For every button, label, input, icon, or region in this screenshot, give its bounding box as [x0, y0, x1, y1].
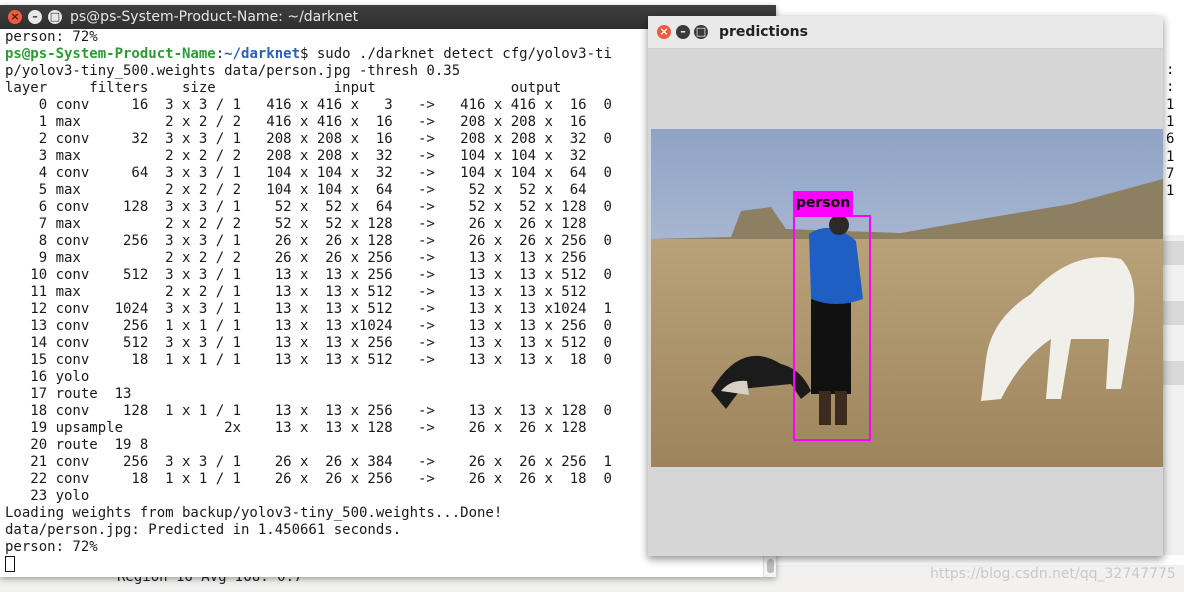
background-terminal-glyph: 7: [1166, 165, 1175, 182]
terminal-title: ps@ps-System-Product-Name: ~/darknet: [70, 9, 359, 25]
minimize-icon[interactable]: –: [28, 10, 42, 24]
background-terminal-glyph: 1: [1166, 183, 1175, 200]
watermark: https://blog.csdn.net/qq_32747775: [930, 566, 1176, 582]
prompt-separator: :: [215, 46, 225, 62]
background-window-right: ::116171: [1162, 55, 1184, 235]
prediction-image: person: [651, 129, 1163, 467]
predictions-window[interactable]: × – □ predictions person: [648, 16, 1163, 556]
close-icon[interactable]: ×: [8, 10, 22, 24]
prompt-user: ps@ps-System-Product-Name: [5, 46, 216, 62]
minimize-icon[interactable]: –: [676, 25, 690, 39]
background-terminal-glyph: 1: [1166, 148, 1175, 165]
text-cursor: [5, 556, 15, 572]
prompt-path: ~/darknet: [224, 46, 301, 62]
scrollbar-thumb[interactable]: [767, 559, 774, 573]
predictions-titlebar[interactable]: × – □ predictions: [648, 16, 1163, 49]
maximize-icon[interactable]: □: [694, 25, 708, 39]
maximize-icon[interactable]: □: [48, 10, 62, 24]
detection-box: [793, 215, 871, 441]
detection-label: person: [793, 191, 853, 215]
background-terminal-glyph: :: [1166, 79, 1175, 96]
close-icon[interactable]: ×: [657, 25, 671, 39]
background-terminal-glyph: :: [1166, 62, 1175, 78]
field-scene: [651, 129, 1163, 467]
background-terminal-glyph: 1: [1166, 113, 1175, 130]
predictions-title: predictions: [719, 24, 808, 40]
background-terminal-glyph: 6: [1166, 131, 1175, 148]
background-window-right-strip: [1162, 235, 1184, 555]
cursor-line[interactable]: [5, 556, 762, 573]
background-terminal-glyph: 1: [1166, 96, 1175, 113]
terminal-command: $ sudo ./darknet detect cfg/yolov3-ti: [300, 46, 612, 62]
